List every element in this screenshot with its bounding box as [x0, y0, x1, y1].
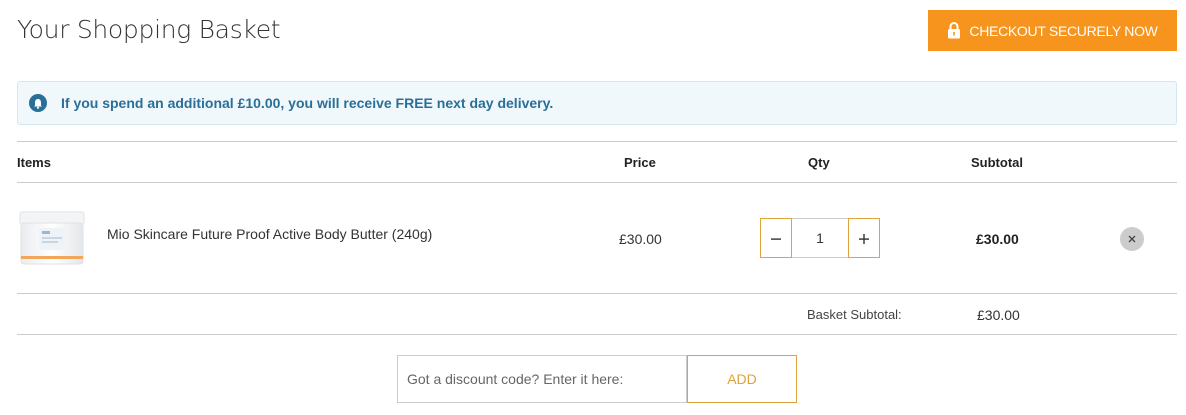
divider: [17, 293, 1177, 294]
minus-icon: [770, 226, 782, 250]
qty-input[interactable]: [792, 218, 848, 258]
product-name[interactable]: Mio Skincare Future Proof Active Body Bu…: [107, 226, 432, 242]
close-icon: [1128, 232, 1136, 247]
qty-decrease-button[interactable]: [760, 218, 792, 258]
row-subtotal: £30.00: [976, 231, 1019, 247]
basket-subtotal-label: Basket Subtotal:: [807, 307, 902, 322]
lock-icon: [947, 22, 961, 39]
product-price: £30.00: [619, 231, 662, 247]
column-header-qty: Qty: [808, 155, 830, 170]
delivery-notice-text: If you spend an additional £10.00, you w…: [61, 95, 554, 111]
delivery-notice: If you spend an additional £10.00, you w…: [17, 81, 1177, 125]
add-discount-button[interactable]: ADD: [687, 355, 797, 403]
qty-increase-button[interactable]: [848, 218, 880, 258]
divider: [17, 141, 1177, 142]
column-header-items: Items: [17, 155, 51, 170]
page-title: Your Shopping Basket: [17, 15, 281, 44]
product-image[interactable]: [19, 210, 85, 268]
divider: [17, 334, 1177, 335]
checkout-button-label: CHECKOUT SECURELY NOW: [969, 22, 1158, 39]
info-icon: [29, 94, 47, 112]
remove-item-button[interactable]: [1120, 227, 1144, 251]
basket-subtotal-value: £30.00: [977, 307, 1020, 323]
divider: [17, 182, 1177, 183]
discount-code-input[interactable]: [397, 355, 687, 403]
column-header-price: Price: [624, 155, 656, 170]
checkout-button[interactable]: CHECKOUT SECURELY NOW: [928, 10, 1177, 51]
plus-icon: [858, 226, 870, 250]
column-header-subtotal: Subtotal: [971, 155, 1023, 170]
